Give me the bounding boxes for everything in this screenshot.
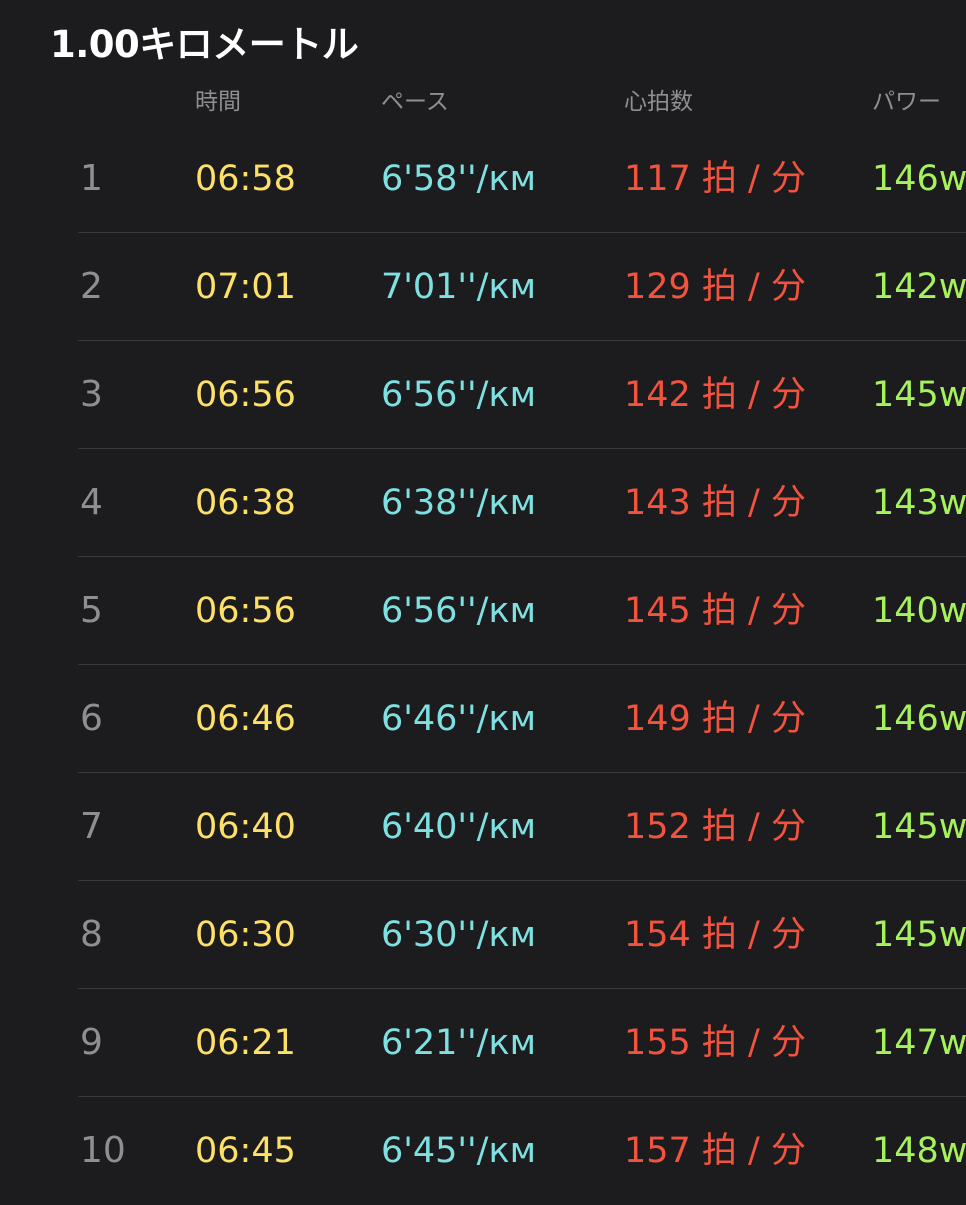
table-row: 5 06:56 6'56''/км 145 拍 / 分 140w [0, 557, 966, 665]
split-pace: 6'56''/км [381, 591, 537, 631]
split-number: 1 [80, 158, 103, 199]
split-pace: 6'21''/км [381, 1023, 537, 1063]
split-pace: 6'46''/км [381, 699, 537, 739]
split-number: 5 [80, 590, 103, 631]
split-power: 145w [872, 915, 966, 955]
column-header-power: パワー [872, 89, 941, 115]
table-row: 2 07:01 7'01''/км 129 拍 / 分 142w [0, 233, 966, 341]
split-number: 9 [80, 1022, 103, 1063]
table-row: 1 06:58 6'58''/км 117 拍 / 分 146w [0, 125, 966, 233]
split-time: 06:46 [195, 699, 296, 739]
split-time: 06:38 [195, 483, 296, 523]
split-number: 7 [80, 806, 103, 847]
split-time: 06:21 [195, 1023, 296, 1063]
split-number: 6 [80, 698, 103, 739]
split-power: 148w [872, 1131, 966, 1171]
column-header-heart-rate: 心拍数 [624, 89, 693, 115]
split-power: 142w [872, 267, 966, 307]
split-pace: 6'38''/км [381, 483, 537, 523]
split-heart-rate: 149 拍 / 分 [624, 699, 806, 739]
split-time: 06:56 [195, 375, 296, 415]
split-power: 146w [872, 159, 966, 199]
split-heart-rate: 129 拍 / 分 [624, 267, 806, 307]
table-header: 時間 ペース 心拍数 パワー [0, 82, 966, 122]
split-pace: 6'58''/км [381, 159, 537, 199]
column-header-time: 時間 [195, 89, 241, 115]
table-row: 3 06:56 6'56''/км 142 拍 / 分 145w [0, 341, 966, 449]
split-number: 3 [80, 374, 103, 415]
table-row: 6 06:46 6'46''/км 149 拍 / 分 146w [0, 665, 966, 773]
split-pace: 6'40''/км [381, 807, 537, 847]
table-row: 8 06:30 6'30''/км 154 拍 / 分 145w [0, 881, 966, 989]
split-heart-rate: 157 拍 / 分 [624, 1131, 806, 1171]
split-power: 140w [872, 591, 966, 631]
split-heart-rate: 154 拍 / 分 [624, 915, 806, 955]
split-power: 146w [872, 699, 966, 739]
split-number: 8 [80, 914, 103, 955]
page-title: 1.00キロメートル [50, 23, 359, 66]
table-row: 4 06:38 6'38''/км 143 拍 / 分 143w [0, 449, 966, 557]
column-header-pace: ペース [381, 89, 449, 115]
split-power: 145w [872, 807, 966, 847]
splits-table: 1 06:58 6'58''/км 117 拍 / 分 146w 2 07:01… [0, 125, 966, 1205]
split-power: 143w [872, 483, 966, 523]
split-heart-rate: 155 拍 / 分 [624, 1023, 806, 1063]
split-pace: 6'45''/км [381, 1131, 537, 1171]
split-heart-rate: 143 拍 / 分 [624, 483, 806, 523]
split-time: 06:56 [195, 591, 296, 631]
split-power: 145w [872, 375, 966, 415]
split-number: 4 [80, 482, 103, 523]
split-time: 06:45 [195, 1131, 296, 1171]
split-heart-rate: 152 拍 / 分 [624, 807, 806, 847]
split-power: 147w [872, 1023, 966, 1063]
table-row: 10 06:45 6'45''/км 157 拍 / 分 148w [0, 1097, 966, 1205]
table-row: 7 06:40 6'40''/км 152 拍 / 分 145w [0, 773, 966, 881]
split-time: 06:58 [195, 159, 296, 199]
split-time: 07:01 [195, 267, 296, 307]
split-heart-rate: 142 拍 / 分 [624, 375, 806, 415]
split-heart-rate: 117 拍 / 分 [624, 159, 806, 199]
split-number: 10 [80, 1130, 126, 1171]
split-number: 2 [80, 266, 103, 307]
split-pace: 7'01''/км [381, 267, 537, 307]
split-heart-rate: 145 拍 / 分 [624, 591, 806, 631]
split-time: 06:40 [195, 807, 296, 847]
table-row: 9 06:21 6'21''/км 155 拍 / 分 147w [0, 989, 966, 1097]
split-pace: 6'56''/км [381, 375, 537, 415]
split-pace: 6'30''/км [381, 915, 537, 955]
split-time: 06:30 [195, 915, 296, 955]
